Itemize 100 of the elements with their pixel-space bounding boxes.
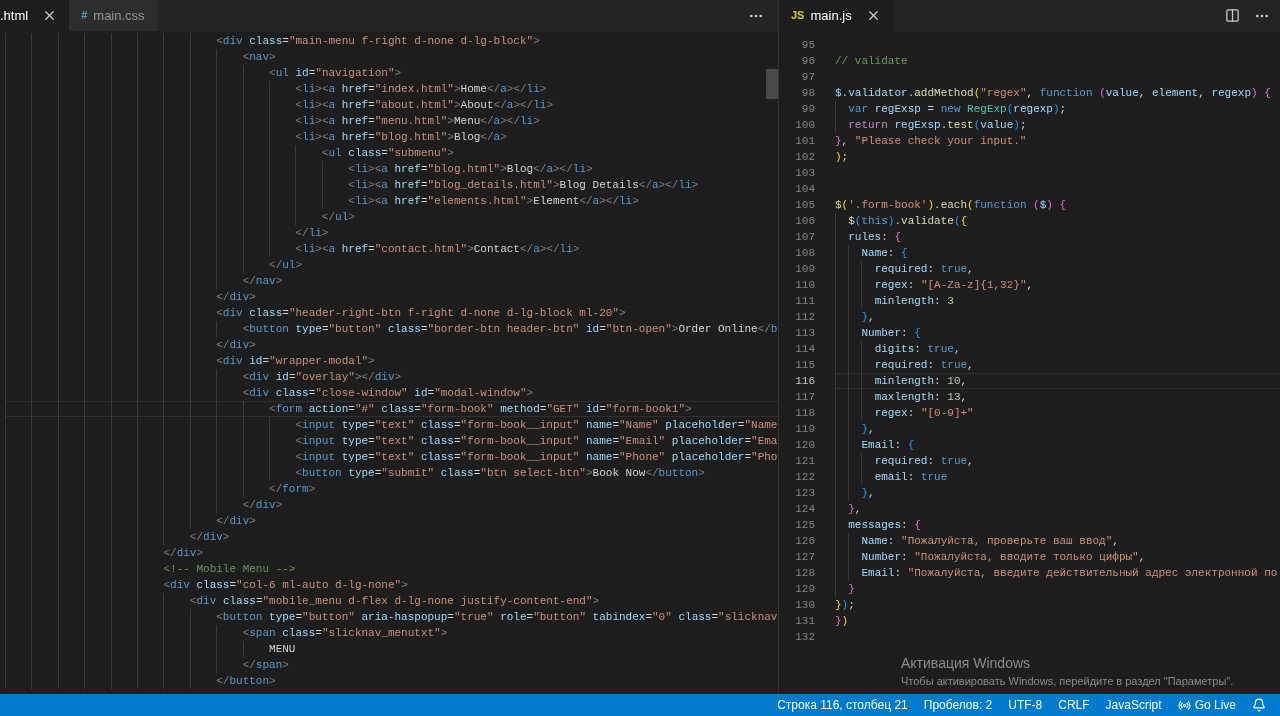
tab-label: main.css [93, 6, 145, 25]
line-number: 119 [794, 422, 815, 437]
code-line: </div> [162, 546, 204, 561]
line-number: 110 [794, 278, 815, 293]
code-line: </div> [215, 514, 256, 529]
activation-title: Активация Windows [901, 654, 1032, 672]
code-line: }, [860, 486, 875, 501]
code-line: <div id="wrapper-modal"> [215, 354, 375, 369]
notifications-icon[interactable] [1252, 698, 1266, 712]
line-number: 130 [794, 598, 815, 613]
code-line: minlength: 3 [873, 294, 954, 309]
code-line: <div class="col-6 ml-auto d-lg-none"> [162, 578, 408, 593]
line-number: 102 [794, 150, 815, 165]
code-line: rules: { [847, 230, 902, 245]
line-number: 112 [794, 310, 815, 325]
code-line: <li><a href="elements.html">Element</a></li> [347, 194, 639, 209]
code-line: </nav> [241, 274, 283, 289]
code-line: <input type="text" class="form-book__input" name="Email" placeholder="Ema [294, 434, 778, 449]
code-line: </ul> [320, 210, 355, 225]
status-item[interactable]: Пробелов: 2 [915, 696, 1001, 714]
tab-label: .html [0, 6, 29, 25]
line-number: 128 [794, 566, 815, 581]
code-line: </div> [188, 530, 230, 545]
code-line: $(this).validate({ [847, 214, 968, 229]
code-line: <li><a href="about.html">About</a></li> [294, 98, 553, 113]
code-line: required: true, [873, 358, 974, 373]
status-item[interactable]: JavaScript [1097, 696, 1170, 714]
scrollbar-thumb[interactable] [766, 69, 778, 99]
line-number: 120 [794, 438, 815, 453]
code-line: regex: "[A-Za-z]{1,32}", [873, 278, 1034, 293]
status-item[interactable]: CRLF [1050, 696, 1098, 714]
code-line: digits: true, [873, 342, 961, 357]
line-number: 105 [794, 198, 815, 213]
line-number: 100 [794, 118, 815, 133]
code-line: <ul class="submenu"> [320, 146, 454, 161]
status-item[interactable]: Строка 116, столбец 21 [769, 696, 916, 714]
line-number: 118 [794, 406, 815, 421]
line-number: 101 [794, 134, 815, 149]
code-line: $('.form-book').each(function ($) { [835, 198, 1067, 213]
code-line: }, [860, 422, 875, 437]
code-line: </span> [241, 658, 289, 673]
line-number: 116 [794, 374, 815, 389]
broadcast-icon [1177, 698, 1191, 712]
code-line: </div> [241, 498, 283, 513]
line-number: 125 [794, 518, 815, 533]
code-line: </ul> [268, 258, 303, 273]
split-editor-icon[interactable] [1225, 8, 1240, 23]
line-number: 109 [794, 262, 815, 277]
code-line: minlength: 10, [873, 374, 968, 389]
line-number: 96 [800, 54, 815, 69]
code-line: }) [835, 614, 849, 629]
line-number: 117 [794, 390, 815, 405]
activation-text: Чтобы активировать Windows, перейдите в раздел "Параметры". [901, 674, 1234, 688]
code-line: <button type="button" aria-haspopup="true" role="button" tabindex="0" class="slicknav [215, 610, 778, 625]
line-number: 127 [794, 550, 815, 565]
code-line: <div class="main-menu f-right d-none d-lg-block"> [215, 34, 540, 49]
file-type-icon: # [81, 7, 88, 24]
code-line: } [847, 582, 855, 597]
code-line: messages: { [847, 518, 921, 533]
code-line: // validate [835, 54, 908, 69]
line-number: 129 [794, 582, 815, 597]
line-number: 115 [794, 358, 815, 373]
line-number: 132 [794, 630, 815, 645]
editor-tab[interactable]: JS main.js [779, 0, 893, 31]
line-number: 107 [794, 230, 815, 245]
code-line: <div class="close-window" id="modal-window"> [241, 386, 534, 401]
code-line: <button type="submit" class="btn select-btn">Book Now</button> [294, 466, 705, 481]
code-line: <div class="mobile_menu d-flex d-lg-none justify-content-end"> [188, 594, 600, 609]
editor-tab[interactable]: .html [0, 0, 70, 31]
code-line: Name: "Пожалуйста, проверьте ваш ввод", [860, 534, 1119, 549]
line-number: 98 [800, 86, 815, 101]
code-line: <div class="header-right-btn f-right d-none d-lg-block ml-20"> [215, 306, 626, 321]
status-item[interactable]: UTF-8 [1000, 696, 1051, 714]
line-number: 121 [794, 454, 815, 469]
code-line: <form action="#" class="form-book" method="GET" id="form-book1"> [268, 402, 692, 417]
line-number: 104 [794, 182, 815, 197]
line-number: 131 [794, 614, 815, 629]
code-line: email: true [873, 470, 948, 485]
line-number: 113 [794, 326, 815, 341]
code-line: regex: "[0-9]+" [873, 406, 974, 421]
code-line: Email: { [860, 438, 915, 453]
code-line: }); [835, 598, 855, 613]
code-line: Name: { [860, 246, 908, 261]
code-line: <li><a href="index.html">Home</a></li> [294, 82, 547, 97]
editor-tab[interactable]: # main.css [69, 0, 157, 31]
code-line: </li> [294, 226, 329, 241]
line-number: 124 [794, 502, 815, 517]
line-number: 103 [794, 166, 815, 181]
code-line: <div id="overlay"></div> [241, 370, 402, 385]
code-line: <li><a href="blog.html">Blog</a></li> [347, 162, 593, 177]
line-number: 126 [794, 534, 815, 549]
code-line: $.validator.addMethod("regex", function (value, element, regexp) { [835, 86, 1271, 101]
tab-label: main.js [810, 6, 852, 25]
code-line: required: true, [873, 454, 974, 469]
code-line: Number: "Пожалуйста, вводите только цифры", [860, 550, 1146, 565]
code-line: }, [847, 502, 862, 517]
code-line: <li><a href="blog.html">Blog</a> [294, 130, 507, 145]
file-type-icon: JS [791, 7, 805, 24]
line-number: 97 [800, 70, 815, 85]
go-live-button[interactable]: Go Live [1169, 696, 1244, 714]
